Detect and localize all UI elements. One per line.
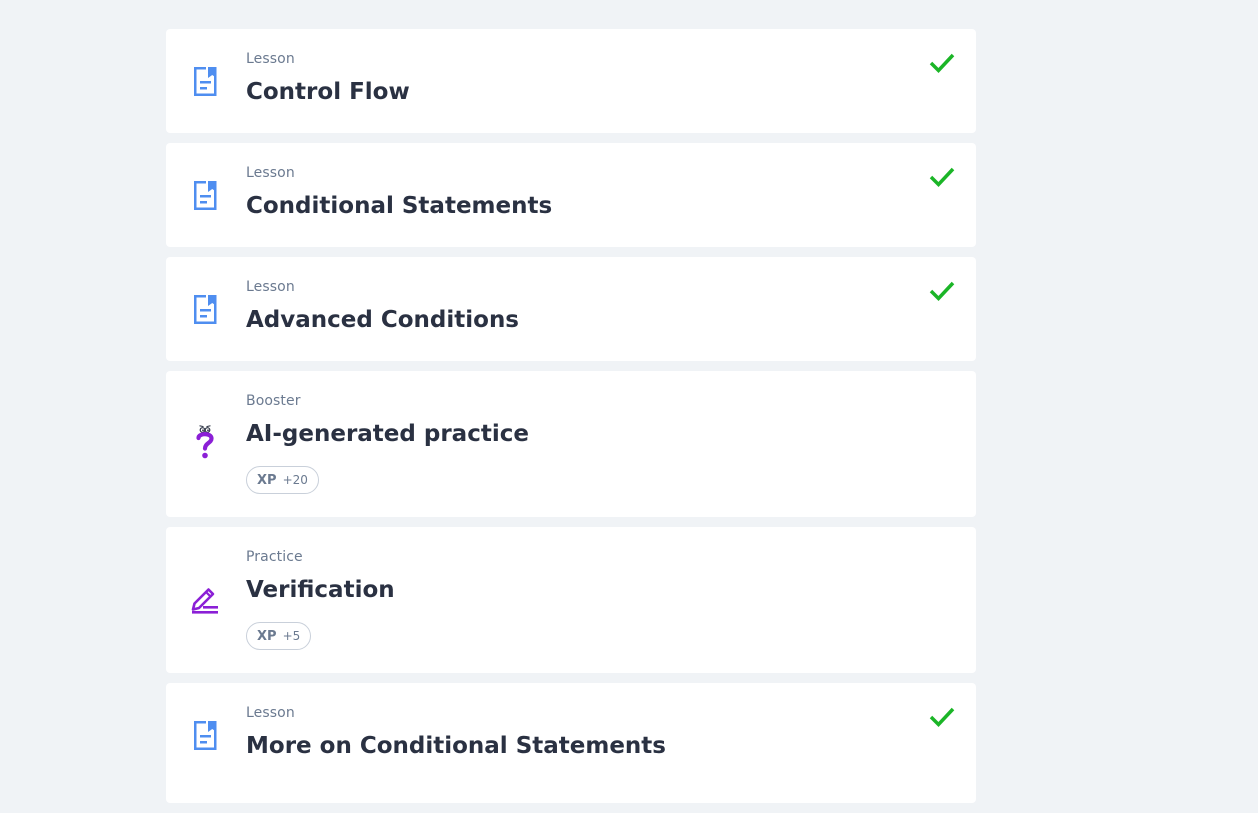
xp-label: XP xyxy=(257,628,277,644)
xp-value: +20 xyxy=(282,473,308,487)
item-type-label: Practice xyxy=(246,549,303,565)
item-type-label: Booster xyxy=(246,393,301,409)
question-mark-icon xyxy=(196,425,214,459)
list-item-advanced-conditions[interactable]: Lesson Advanced Conditions xyxy=(166,257,976,361)
checkmark-icon xyxy=(929,53,955,74)
checkmark-icon xyxy=(929,167,955,188)
xp-label: XP xyxy=(257,472,277,488)
pencil-edit-icon xyxy=(191,588,218,614)
lesson-doc-icon xyxy=(194,67,217,96)
list-item-conditional-statements[interactable]: Lesson Conditional Statements xyxy=(166,143,976,247)
item-title: Verification xyxy=(246,577,395,603)
lesson-doc-icon xyxy=(194,181,217,210)
list-item-verification[interactable]: Practice Verification XP +5 xyxy=(166,527,976,673)
item-title: Advanced Conditions xyxy=(246,307,520,333)
checkmark-icon xyxy=(929,281,955,302)
lesson-doc-icon xyxy=(194,721,217,750)
xp-badge: XP +5 xyxy=(246,622,312,650)
item-type-label: Lesson xyxy=(246,279,295,295)
item-title: Control Flow xyxy=(246,79,410,105)
item-type-label: Lesson xyxy=(246,705,295,721)
xp-value: +5 xyxy=(282,629,301,643)
xp-badge: XP +20 xyxy=(246,466,319,494)
item-title: AI-generated practice xyxy=(246,421,529,447)
list-item-ai-generated-practice[interactable]: Booster AI-generated practice XP +20 xyxy=(166,371,976,517)
item-type-label: Lesson xyxy=(246,165,295,181)
item-title: More on Conditional Statements xyxy=(246,733,666,759)
lesson-doc-icon xyxy=(194,295,217,324)
lesson-list: Lesson Control Flow Lesson Conditional S… xyxy=(166,29,976,813)
list-item-more-on-conditional-statements[interactable]: Lesson More on Conditional Statements xyxy=(166,683,976,803)
checkmark-icon xyxy=(929,707,955,728)
list-item-control-flow[interactable]: Lesson Control Flow xyxy=(166,29,976,133)
item-title: Conditional Statements xyxy=(246,193,553,219)
item-type-label: Lesson xyxy=(246,51,295,67)
